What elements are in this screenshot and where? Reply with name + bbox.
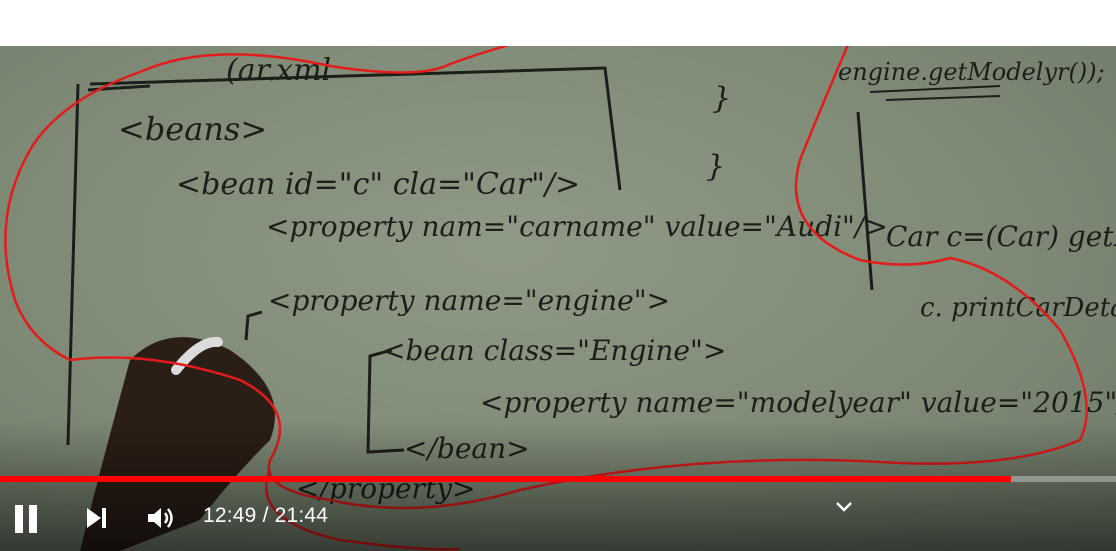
svg-text:<bean class="Engine">: <bean class="Engine"> <box>382 334 726 367</box>
time-display: 12:49/21:44 <box>203 504 328 528</box>
svg-text:}: } <box>706 149 725 184</box>
svg-text:<bean id="c" cla="Car"/>: <bean id="c" cla="Car"/> <box>176 167 580 202</box>
svg-text:<beans>: <beans> <box>118 110 267 148</box>
svg-text:<property name="modelyear" val: <property name="modelyear" value="2015"/… <box>480 386 1116 419</box>
svg-text:<property nam="carname" value=: <property nam="carname" value="Audi"/> <box>266 210 888 243</box>
volume-icon <box>148 508 173 528</box>
svg-text:}: } <box>712 81 731 116</box>
svg-text:c. printCarDetai(: c. printCarDetai( <box>920 293 1116 323</box>
pause-button[interactable] <box>8 494 44 542</box>
svg-text:<property name="engine">: <property name="engine"> <box>268 284 670 317</box>
progress-bar[interactable] <box>0 476 1116 482</box>
pause-icon <box>15 505 37 533</box>
player-controls: 12:49/21:44 <box>0 494 1116 542</box>
next-button[interactable] <box>76 494 116 542</box>
svg-text:engine.getModelyr());: engine.getModelyr()); <box>838 58 1105 86</box>
progress-played <box>0 476 1012 482</box>
chevron-button[interactable] <box>826 488 862 524</box>
volume-button[interactable] <box>140 494 180 542</box>
current-time: 12:49 <box>203 504 257 527</box>
duration: 21:44 <box>274 504 329 527</box>
chevron-down-icon <box>836 502 852 512</box>
top-blank-area <box>0 0 1116 46</box>
time-separator: / <box>262 504 269 527</box>
next-icon <box>87 508 106 528</box>
svg-text:Car c=(Car) getBe: Car c=(Car) getBe <box>886 220 1116 253</box>
